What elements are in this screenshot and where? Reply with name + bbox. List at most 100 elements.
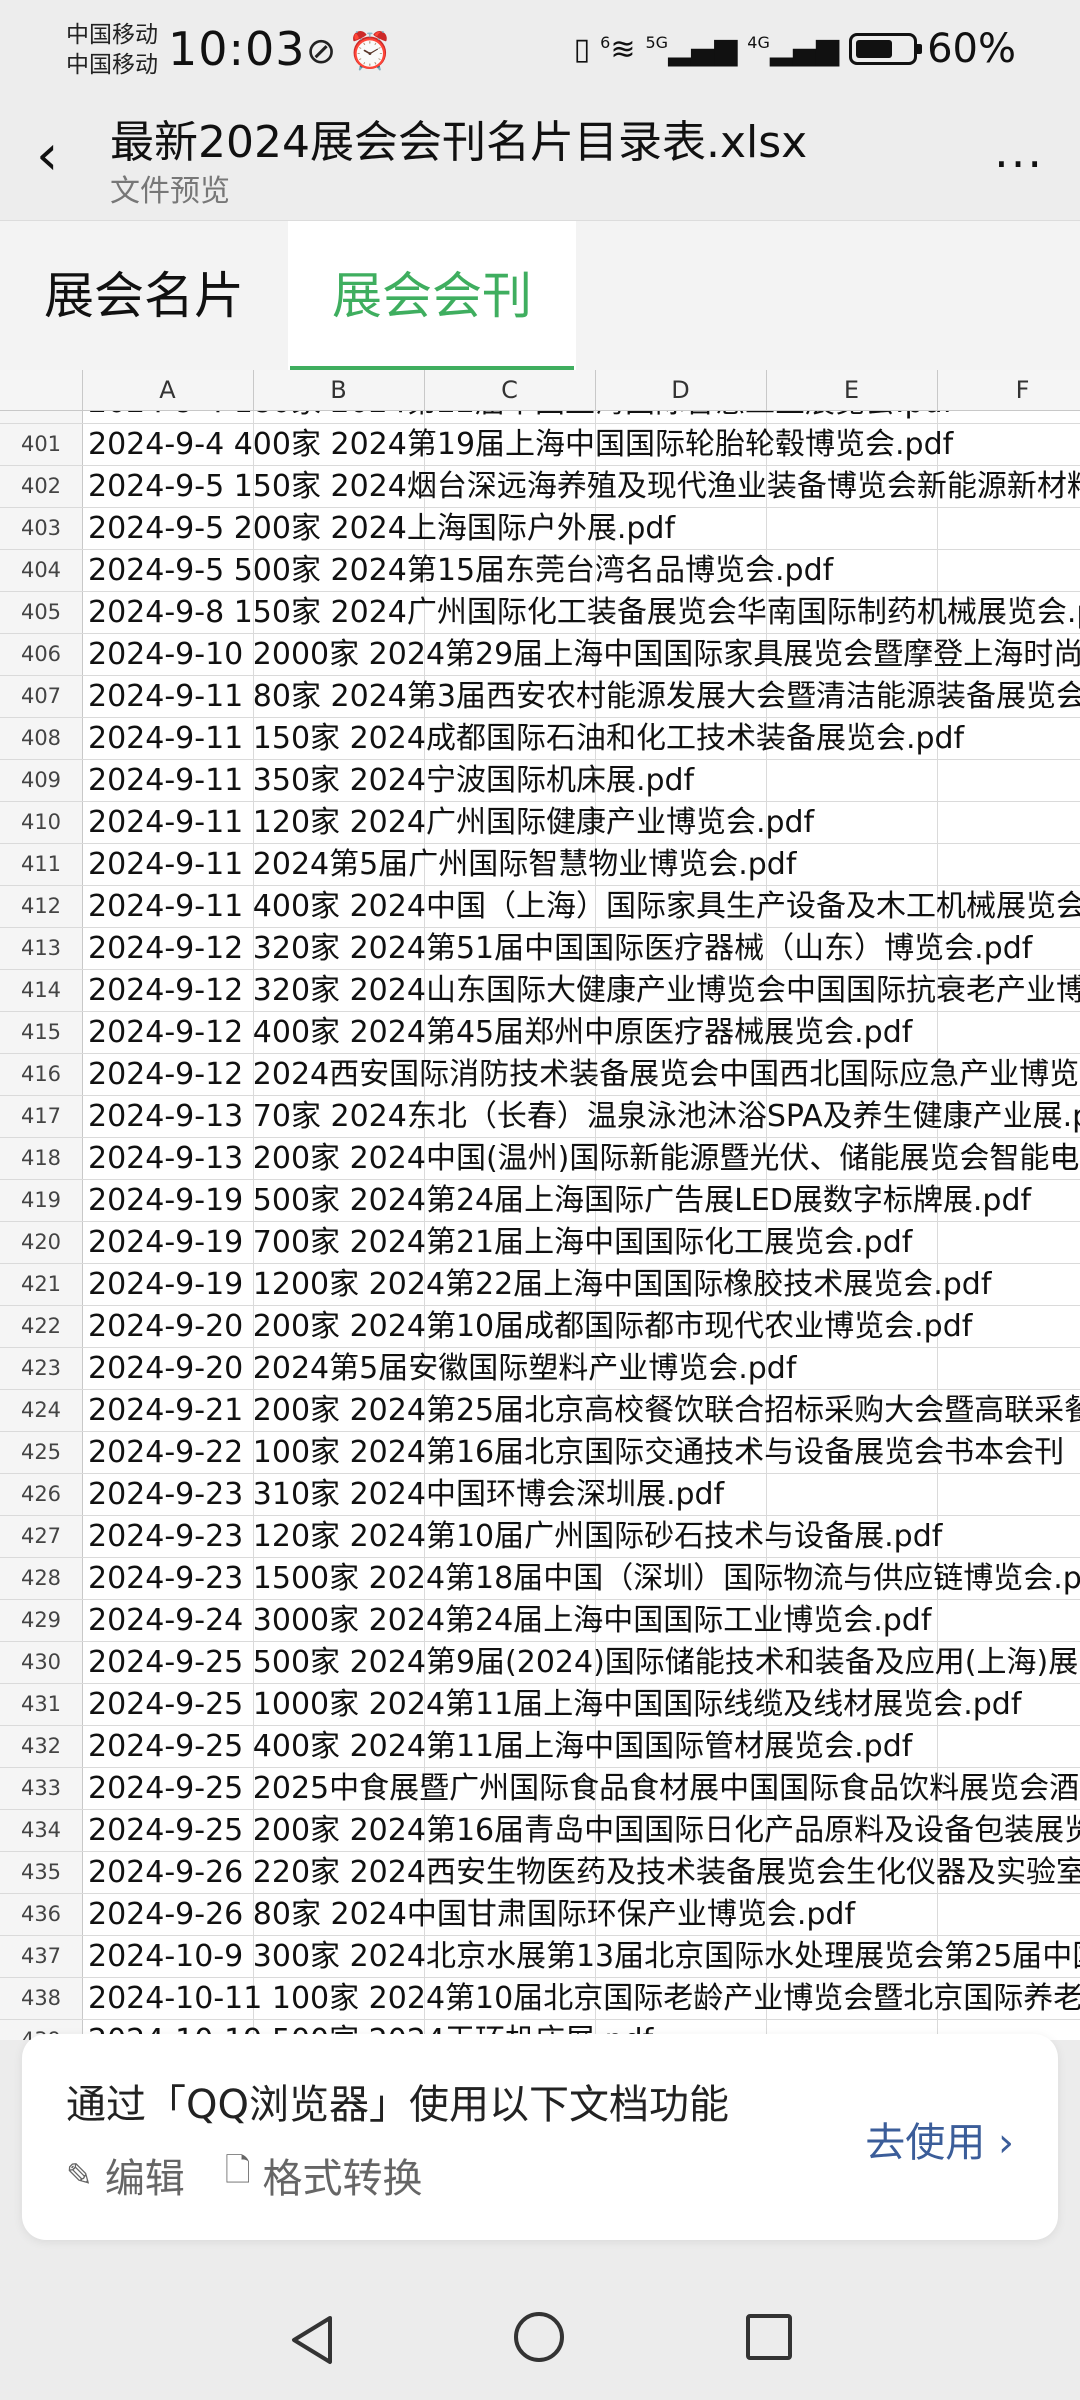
table-row[interactable]: 431 2024-9-25 1000家 2024第11届上海中国国际线缆及线材展览…	[0, 1684, 1080, 1726]
row-number[interactable]: 411	[0, 844, 83, 885]
table-row[interactable]: 437 2024-10-9 300家 2024北京水展第13届北京国际水处理展览会…	[0, 1936, 1080, 1978]
row-number[interactable]: 408	[0, 718, 83, 759]
table-row[interactable]: 409 2024-9-11 350家 2024宁波国际机床展.pdf	[0, 760, 1080, 802]
nav-home-icon[interactable]	[514, 2312, 564, 2362]
table-row[interactable]: 410 2024-9-11 120家 2024广州国际健康产业博览会.pdf	[0, 802, 1080, 844]
cell-a[interactable]: 2024-9-25 200家 2024第16届青岛中国国际日化产品原料及设备包装…	[88, 1810, 1080, 1851]
convert-action[interactable]: 🗋 格式转换	[225, 2146, 423, 2204]
cell-a[interactable]: 2024-9-23 310家 2024中国环博会深圳展.pdf	[88, 1474, 724, 1515]
row-number[interactable]: 429	[0, 1600, 83, 1641]
cell-a[interactable]: 2024-9-22 100家 2024第16届北京国际交通技术与设备展览会书本会…	[88, 1432, 1064, 1473]
row-number[interactable]: 415	[0, 1012, 83, 1053]
cell-a[interactable]: 2024-9-20 200家 2024第10届成都国际都市现代农业博览会.pdf	[88, 1306, 972, 1347]
table-row[interactable]: 402 2024-9-5 150家 2024烟台深远海养殖及现代渔业装备博览会新能…	[0, 466, 1080, 508]
cell-a[interactable]: 2024-9-19 700家 2024第21届上海中国国际化工展览会.pdf	[88, 1222, 912, 1263]
table-row[interactable]: 401 2024-9-4 400家 2024第19届上海中国国际轮胎轮毂博览会.p…	[0, 424, 1080, 466]
column-c[interactable]: C	[424, 370, 596, 410]
cell-a[interactable]: 2024-9-8 150家 2024广州国际化工装备展览会华南国际制药机械展览会…	[88, 592, 1080, 633]
nav-back-icon[interactable]	[282, 2310, 342, 2370]
nav-recent-icon[interactable]	[746, 2314, 792, 2360]
column-b[interactable]: B	[253, 370, 425, 410]
cell-a[interactable]: 2024-9-23 1500家 2024第18届中国（深圳）国际物流与供应链博览…	[88, 1558, 1080, 1599]
cell-a[interactable]: 2024-9-24 3000家 2024第24届上海中国国际工业博览会.pdf	[88, 1600, 931, 1641]
table-row[interactable]: 407 2024-9-11 80家 2024第3届西安农村能源发展大会暨清洁能源装…	[0, 676, 1080, 718]
table-row[interactable]: 418 2024-9-13 200家 2024中国(温州)国际新能源暨光伏、储能展…	[0, 1138, 1080, 1180]
row-number[interactable]: 438	[0, 1978, 83, 2019]
row-number[interactable]: 416	[0, 1054, 83, 1095]
table-row[interactable]: 411 2024-9-11 2024第5届广州国际智慧物业博览会.pdf	[0, 844, 1080, 886]
row-number[interactable]: 422	[0, 1306, 83, 1347]
row-number[interactable]: 436	[0, 1894, 83, 1935]
cell-a[interactable]: 2024-9-12 2024西安国际消防技术装备展览会中国西北国际应急产业博览会	[88, 1054, 1080, 1095]
row-number[interactable]: 402	[0, 466, 83, 507]
row-number[interactable]: 419	[0, 1180, 83, 1221]
table-row[interactable]: 422 2024-9-20 200家 2024第10届成都国际都市现代农业博览会.…	[0, 1306, 1080, 1348]
spreadsheet[interactable]: A B C D E F 400 2024-9-4 180家 2024第22届中国上…	[0, 370, 1080, 2040]
table-row[interactable]: 435 2024-9-26 220家 2024西安生物医药及技术装备展览会生化仪器…	[0, 1852, 1080, 1894]
cell-a[interactable]: 2024-9-4 180家 2024第22届中国上海国际智慧工业展览会.pdf	[88, 411, 953, 423]
table-row[interactable]: 423 2024-9-20 2024第5届安徽国际塑料产业博览会.pdf	[0, 1348, 1080, 1390]
cell-a[interactable]: 2024-9-5 500家 2024第15届东莞台湾名品博览会.pdf	[88, 550, 833, 591]
table-row[interactable]: 420 2024-9-19 700家 2024第21届上海中国国际化工展览会.pd…	[0, 1222, 1080, 1264]
cell-a[interactable]: 2024-9-21 200家 2024第25届北京高校餐饮联合招标采购大会暨高联…	[88, 1390, 1080, 1431]
column-d[interactable]: D	[595, 370, 767, 410]
cell-a[interactable]: 2024-9-25 2025中食展暨广州国际食品食材展中国国际食品饮料展览会酒店	[88, 1768, 1080, 1809]
row-number[interactable]: 421	[0, 1264, 83, 1305]
row-number[interactable]: 403	[0, 508, 83, 549]
cell-a[interactable]: 2024-9-23 120家 2024第10届广州国际砂石技术与设备展.pdf	[88, 1516, 942, 1557]
table-row[interactable]: 414 2024-9-12 320家 2024山东国际大健康产业博览会中国国际抗衰…	[0, 970, 1080, 1012]
cell-a[interactable]: 2024-9-13 200家 2024中国(温州)国际新能源暨光伏、储能展览会智…	[88, 1138, 1080, 1179]
table-row[interactable]: 438 2024-10-11 100家 2024第10届北京国际老龄产业博览会暨北…	[0, 1978, 1080, 2020]
column-e[interactable]: E	[766, 370, 938, 410]
cell-a[interactable]: 2024-9-11 120家 2024广州国际健康产业博览会.pdf	[88, 802, 814, 843]
row-number[interactable]: 409	[0, 760, 83, 801]
table-row[interactable]: 408 2024-9-11 150家 2024成都国际石油和化工技术装备展览会.p…	[0, 718, 1080, 760]
row-number[interactable]: 433	[0, 1768, 83, 1809]
cell-a[interactable]: 2024-9-4 400家 2024第19届上海中国国际轮胎轮毂博览会.pdf	[88, 424, 953, 465]
tab-exhibition-catalog[interactable]: 展会会刊	[288, 221, 576, 371]
tab-exhibition-cards[interactable]: 展会名片	[0, 221, 288, 371]
cell-a[interactable]: 2024-9-20 2024第5届安徽国际塑料产业博览会.pdf	[88, 1348, 796, 1389]
column-f[interactable]: F	[937, 370, 1080, 410]
row-number[interactable]: 434	[0, 1810, 83, 1851]
row-number[interactable]: 430	[0, 1642, 83, 1683]
cell-a[interactable]: 2024-9-10 2000家 2024第29届上海中国国际家具展览会暨摩登上海…	[88, 634, 1080, 675]
row-number[interactable]: 437	[0, 1936, 83, 1977]
cell-a[interactable]: 2024-9-12 320家 2024山东国际大健康产业博览会中国国际抗衰老产业…	[88, 970, 1080, 1011]
table-row[interactable]: 421 2024-9-19 1200家 2024第22届上海中国国际橡胶技术展览会…	[0, 1264, 1080, 1306]
table-row[interactable]: 406 2024-9-10 2000家 2024第29届上海中国国际家具展览会暨摩…	[0, 634, 1080, 676]
cell-a[interactable]: 2024-9-26 220家 2024西安生物医药及技术装备展览会生化仪器及实验…	[88, 1852, 1080, 1893]
cell-a[interactable]: 2024-9-19 1200家 2024第22届上海中国国际橡胶技术展览会.pd…	[88, 1264, 991, 1305]
go-use-button[interactable]: 去使用 ›	[865, 2110, 1014, 2168]
table-row[interactable]: 404 2024-9-5 500家 2024第15届东莞台湾名品博览会.pdf	[0, 550, 1080, 592]
cell-a[interactable]: 2024-9-25 500家 2024第9届(2024)国际储能技术和装备及应用…	[88, 1642, 1080, 1683]
table-row[interactable]: 415 2024-9-12 400家 2024第45届郑州中原医疗器械展览会.pd…	[0, 1012, 1080, 1054]
row-number[interactable]: 428	[0, 1558, 83, 1599]
row-number[interactable]: 418	[0, 1138, 83, 1179]
edit-action[interactable]: ✎ 编辑	[66, 2146, 185, 2204]
row-number[interactable]: 412	[0, 886, 83, 927]
row-number[interactable]: 400	[0, 411, 83, 423]
row-number[interactable]: 425	[0, 1432, 83, 1473]
cell-a[interactable]: 2024-9-11 150家 2024成都国际石油和化工技术装备展览会.pdf	[88, 718, 964, 759]
back-icon[interactable]: ‹	[36, 126, 76, 186]
table-row[interactable]: 400 2024-9-4 180家 2024第22届中国上海国际智慧工业展览会.p…	[0, 411, 1080, 424]
cell-a[interactable]: 2024-9-5 200家 2024上海国际户外展.pdf	[88, 508, 675, 549]
row-number[interactable]: 414	[0, 970, 83, 1011]
cell-a[interactable]: 2024-9-11 400家 2024中国（上海）国际家具生产设备及木工机械展览…	[88, 886, 1080, 927]
row-number[interactable]: 407	[0, 676, 83, 717]
cell-a[interactable]: 2024-9-25 1000家 2024第11届上海中国国际线缆及线材展览会.p…	[88, 1684, 1021, 1725]
table-row[interactable]: 433 2024-9-25 2025中食展暨广州国际食品食材展中国国际食品饮料展览…	[0, 1768, 1080, 1810]
table-row[interactable]: 417 2024-9-13 70家 2024东北（长春）温泉泳池沐浴SPA及养生健…	[0, 1096, 1080, 1138]
row-number[interactable]: 413	[0, 928, 83, 969]
cell-a[interactable]: 2024-9-12 400家 2024第45届郑州中原医疗器械展览会.pdf	[88, 1012, 912, 1053]
table-row[interactable]: 425 2024-9-22 100家 2024第16届北京国际交通技术与设备展览会…	[0, 1432, 1080, 1474]
cell-a[interactable]: 2024-9-25 400家 2024第11届上海中国国际管材展览会.pdf	[88, 1726, 912, 1767]
table-row[interactable]: 434 2024-9-25 200家 2024第16届青岛中国国际日化产品原料及设…	[0, 1810, 1080, 1852]
row-number[interactable]: 406	[0, 634, 83, 675]
row-number[interactable]: 423	[0, 1348, 83, 1389]
cell-a[interactable]: 2024-10-11 100家 2024第10届北京国际老龄产业博览会暨北京国际…	[88, 1978, 1080, 2019]
table-row[interactable]: 416 2024-9-12 2024西安国际消防技术装备展览会中国西北国际应急产业…	[0, 1054, 1080, 1096]
table-row[interactable]: 424 2024-9-21 200家 2024第25届北京高校餐饮联合招标采购大会…	[0, 1390, 1080, 1432]
table-row[interactable]: 412 2024-9-11 400家 2024中国（上海）国际家具生产设备及木工机…	[0, 886, 1080, 928]
